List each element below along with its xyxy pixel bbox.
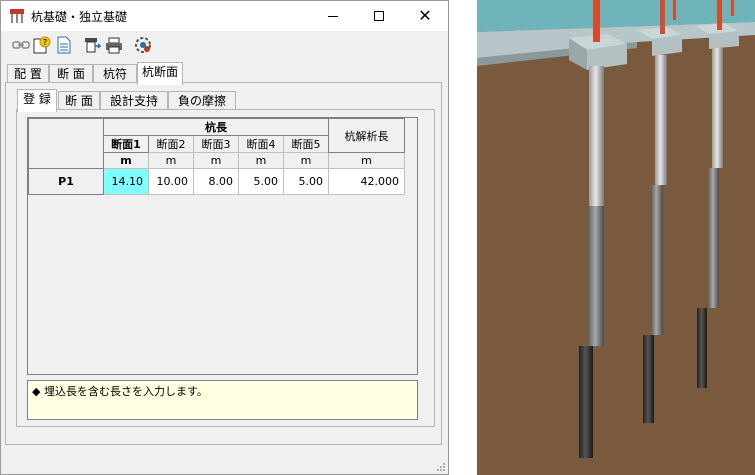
- settings-gear-icon[interactable]: [134, 36, 152, 54]
- cell-analysis-length[interactable]: 42.000: [328, 168, 405, 195]
- header-section-3: 断面3: [193, 135, 239, 153]
- cell-section-5[interactable]: 5.00: [283, 168, 329, 195]
- help-message-box: ◆ 埋込長を含む長さを入力します。: [27, 380, 418, 420]
- export-icon[interactable]: [83, 36, 101, 54]
- header-section-5: 断面5: [283, 135, 329, 153]
- close-icon: ✕: [418, 6, 432, 25]
- header-section-2: 断面2: [148, 135, 194, 153]
- tab-danmen[interactable]: 断 面: [49, 64, 93, 84]
- rebar-small: [673, 0, 676, 20]
- corner-cell: [28, 118, 104, 169]
- unit-cell: m: [103, 152, 149, 169]
- row-header-p1[interactable]: P1: [28, 168, 104, 195]
- resize-grip-icon[interactable]: [436, 462, 446, 472]
- rebar-small: [731, 0, 734, 16]
- tab-kui-danmen[interactable]: 杭断面: [137, 62, 183, 85]
- cell-section-4[interactable]: 5.00: [238, 168, 284, 195]
- print-icon[interactable]: [105, 36, 123, 54]
- tab-sekkei-shijiryoku[interactable]: 設計支持力: [100, 91, 168, 126]
- help-message-text: ◆ 埋込長を含む長さを入力します。: [32, 385, 208, 398]
- svg-text:?: ?: [43, 38, 47, 47]
- title-bar: 杭基礎・独立基礎 ✕: [1, 1, 448, 31]
- tab-touroku[interactable]: 登 録: [17, 89, 57, 112]
- header-section-1: 断面1: [103, 135, 149, 153]
- link-icon[interactable]: [12, 36, 30, 54]
- maximize-button[interactable]: [356, 1, 402, 31]
- minimize-button[interactable]: [310, 1, 356, 31]
- unit-cell: m: [193, 152, 239, 169]
- toolbar: ?: [1, 31, 448, 59]
- minimize-icon: [328, 15, 338, 17]
- window-title: 杭基礎・独立基礎: [31, 10, 128, 24]
- header-section-4: 断面4: [238, 135, 284, 153]
- cell-section-3[interactable]: 8.00: [193, 168, 239, 195]
- cell-section-2[interactable]: 10.00: [148, 168, 194, 195]
- document-icon[interactable]: [55, 36, 73, 54]
- help-question-icon[interactable]: ?: [33, 36, 51, 54]
- tab-fu-no-masatsuryoku[interactable]: 負の摩擦力: [168, 91, 236, 126]
- pile-3d-view: [477, 0, 755, 475]
- cell-section-1[interactable]: 14.10: [103, 168, 149, 195]
- unit-cell: m: [328, 152, 405, 169]
- maximize-icon: [374, 11, 384, 21]
- tab-kui-fugou[interactable]: 杭符号: [93, 64, 137, 99]
- group-header-kuichou: 杭長: [103, 118, 329, 136]
- tab-inner-danmen[interactable]: 断 面: [58, 91, 100, 111]
- pile-length-grid: 杭長 杭解析長 断面1 断面2 断面3 断面4 断面5 m m m m m m …: [27, 117, 418, 375]
- header-analysis-length: 杭解析長: [328, 118, 405, 153]
- unit-cell: m: [148, 152, 194, 169]
- close-button[interactable]: ✕: [402, 1, 448, 31]
- unit-cell: m: [238, 152, 284, 169]
- tab-haichi[interactable]: 配 置: [7, 64, 49, 84]
- app-icon: [10, 9, 24, 23]
- unit-cell: m: [283, 152, 329, 169]
